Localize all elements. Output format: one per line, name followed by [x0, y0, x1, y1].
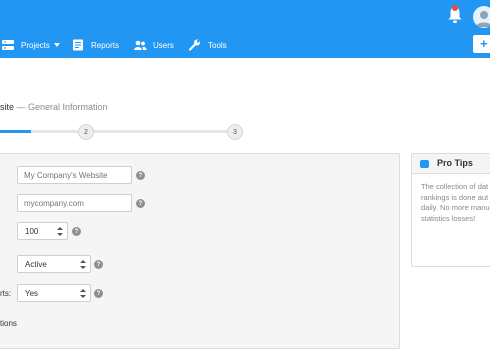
pro-tips-line: daily. No more manu — [421, 203, 490, 212]
server-icon — [1, 39, 15, 51]
notification-dot — [452, 5, 458, 11]
pro-tips-line: The collection of dat — [421, 182, 489, 191]
chevron-down-icon — [53, 43, 60, 47]
wizard-step-2[interactable]: 2 — [78, 124, 94, 140]
pro-tips-title: Pro Tips — [437, 158, 473, 168]
select-arrows-icon — [80, 289, 86, 299]
status-value: Active — [25, 259, 47, 269]
wizard-title: site — General Information — [0, 102, 108, 112]
nav-projects-label: Projects — [21, 40, 50, 50]
website-name-input[interactable] — [17, 166, 132, 184]
nav-tools-label: Tools — [208, 40, 227, 50]
pro-tips-line: rankings is done aut — [421, 192, 489, 202]
status-select[interactable]: Active — [17, 255, 91, 273]
user-avatar[interactable] — [473, 6, 490, 28]
wizard-title-partial: site — [0, 102, 15, 112]
help-icon[interactable]: ? — [72, 227, 81, 236]
wizard-progress-fill — [0, 130, 31, 133]
wizard-title-separator: — — [14, 102, 29, 112]
top-navbar: Projects Reports Users Tools + — [0, 0, 490, 58]
chat-bubble-icon — [420, 160, 429, 168]
options-label: tions — [0, 319, 17, 328]
pro-tips-panel: Pro Tips The collection of dat rankings … — [411, 153, 490, 267]
wizard-step-3[interactable]: 3 — [227, 124, 243, 140]
add-button[interactable]: + — [473, 35, 490, 53]
nav-users[interactable]: Users — [133, 36, 174, 54]
nav-reports[interactable]: Reports — [71, 36, 119, 54]
help-icon[interactable]: ? — [136, 199, 145, 208]
frequency-value: 100 — [25, 226, 39, 236]
reports-select[interactable]: Yes — [17, 284, 91, 302]
frequency-stepper[interactable]: 100 — [17, 222, 68, 240]
wrench-icon — [188, 39, 202, 51]
report-icon — [71, 39, 85, 51]
nav-projects[interactable]: Projects — [1, 36, 60, 54]
reports-value: Yes — [25, 288, 39, 298]
plus-icon: + — [480, 36, 488, 51]
help-icon[interactable]: ? — [94, 260, 103, 269]
users-icon — [133, 39, 147, 51]
nav-reports-label: Reports — [91, 40, 120, 50]
pro-tips-header: Pro Tips — [412, 154, 490, 174]
help-icon[interactable]: ? — [136, 171, 145, 180]
wizard-step-title: General Information — [28, 102, 108, 112]
select-arrows-icon — [80, 260, 86, 270]
reports-label: rts: — [0, 289, 12, 298]
help-icon[interactable]: ? — [94, 289, 103, 298]
stepper-arrows-icon[interactable] — [57, 227, 63, 237]
pro-tips-line: statistics losses! — [421, 213, 476, 223]
pro-tips-text: The collection of dat rankings is done a… — [421, 182, 490, 224]
nav-users-label: Users — [153, 40, 174, 50]
nav-tools[interactable]: Tools — [188, 36, 227, 54]
wizard-progress-track — [0, 130, 236, 133]
website-url-input[interactable] — [17, 194, 132, 212]
